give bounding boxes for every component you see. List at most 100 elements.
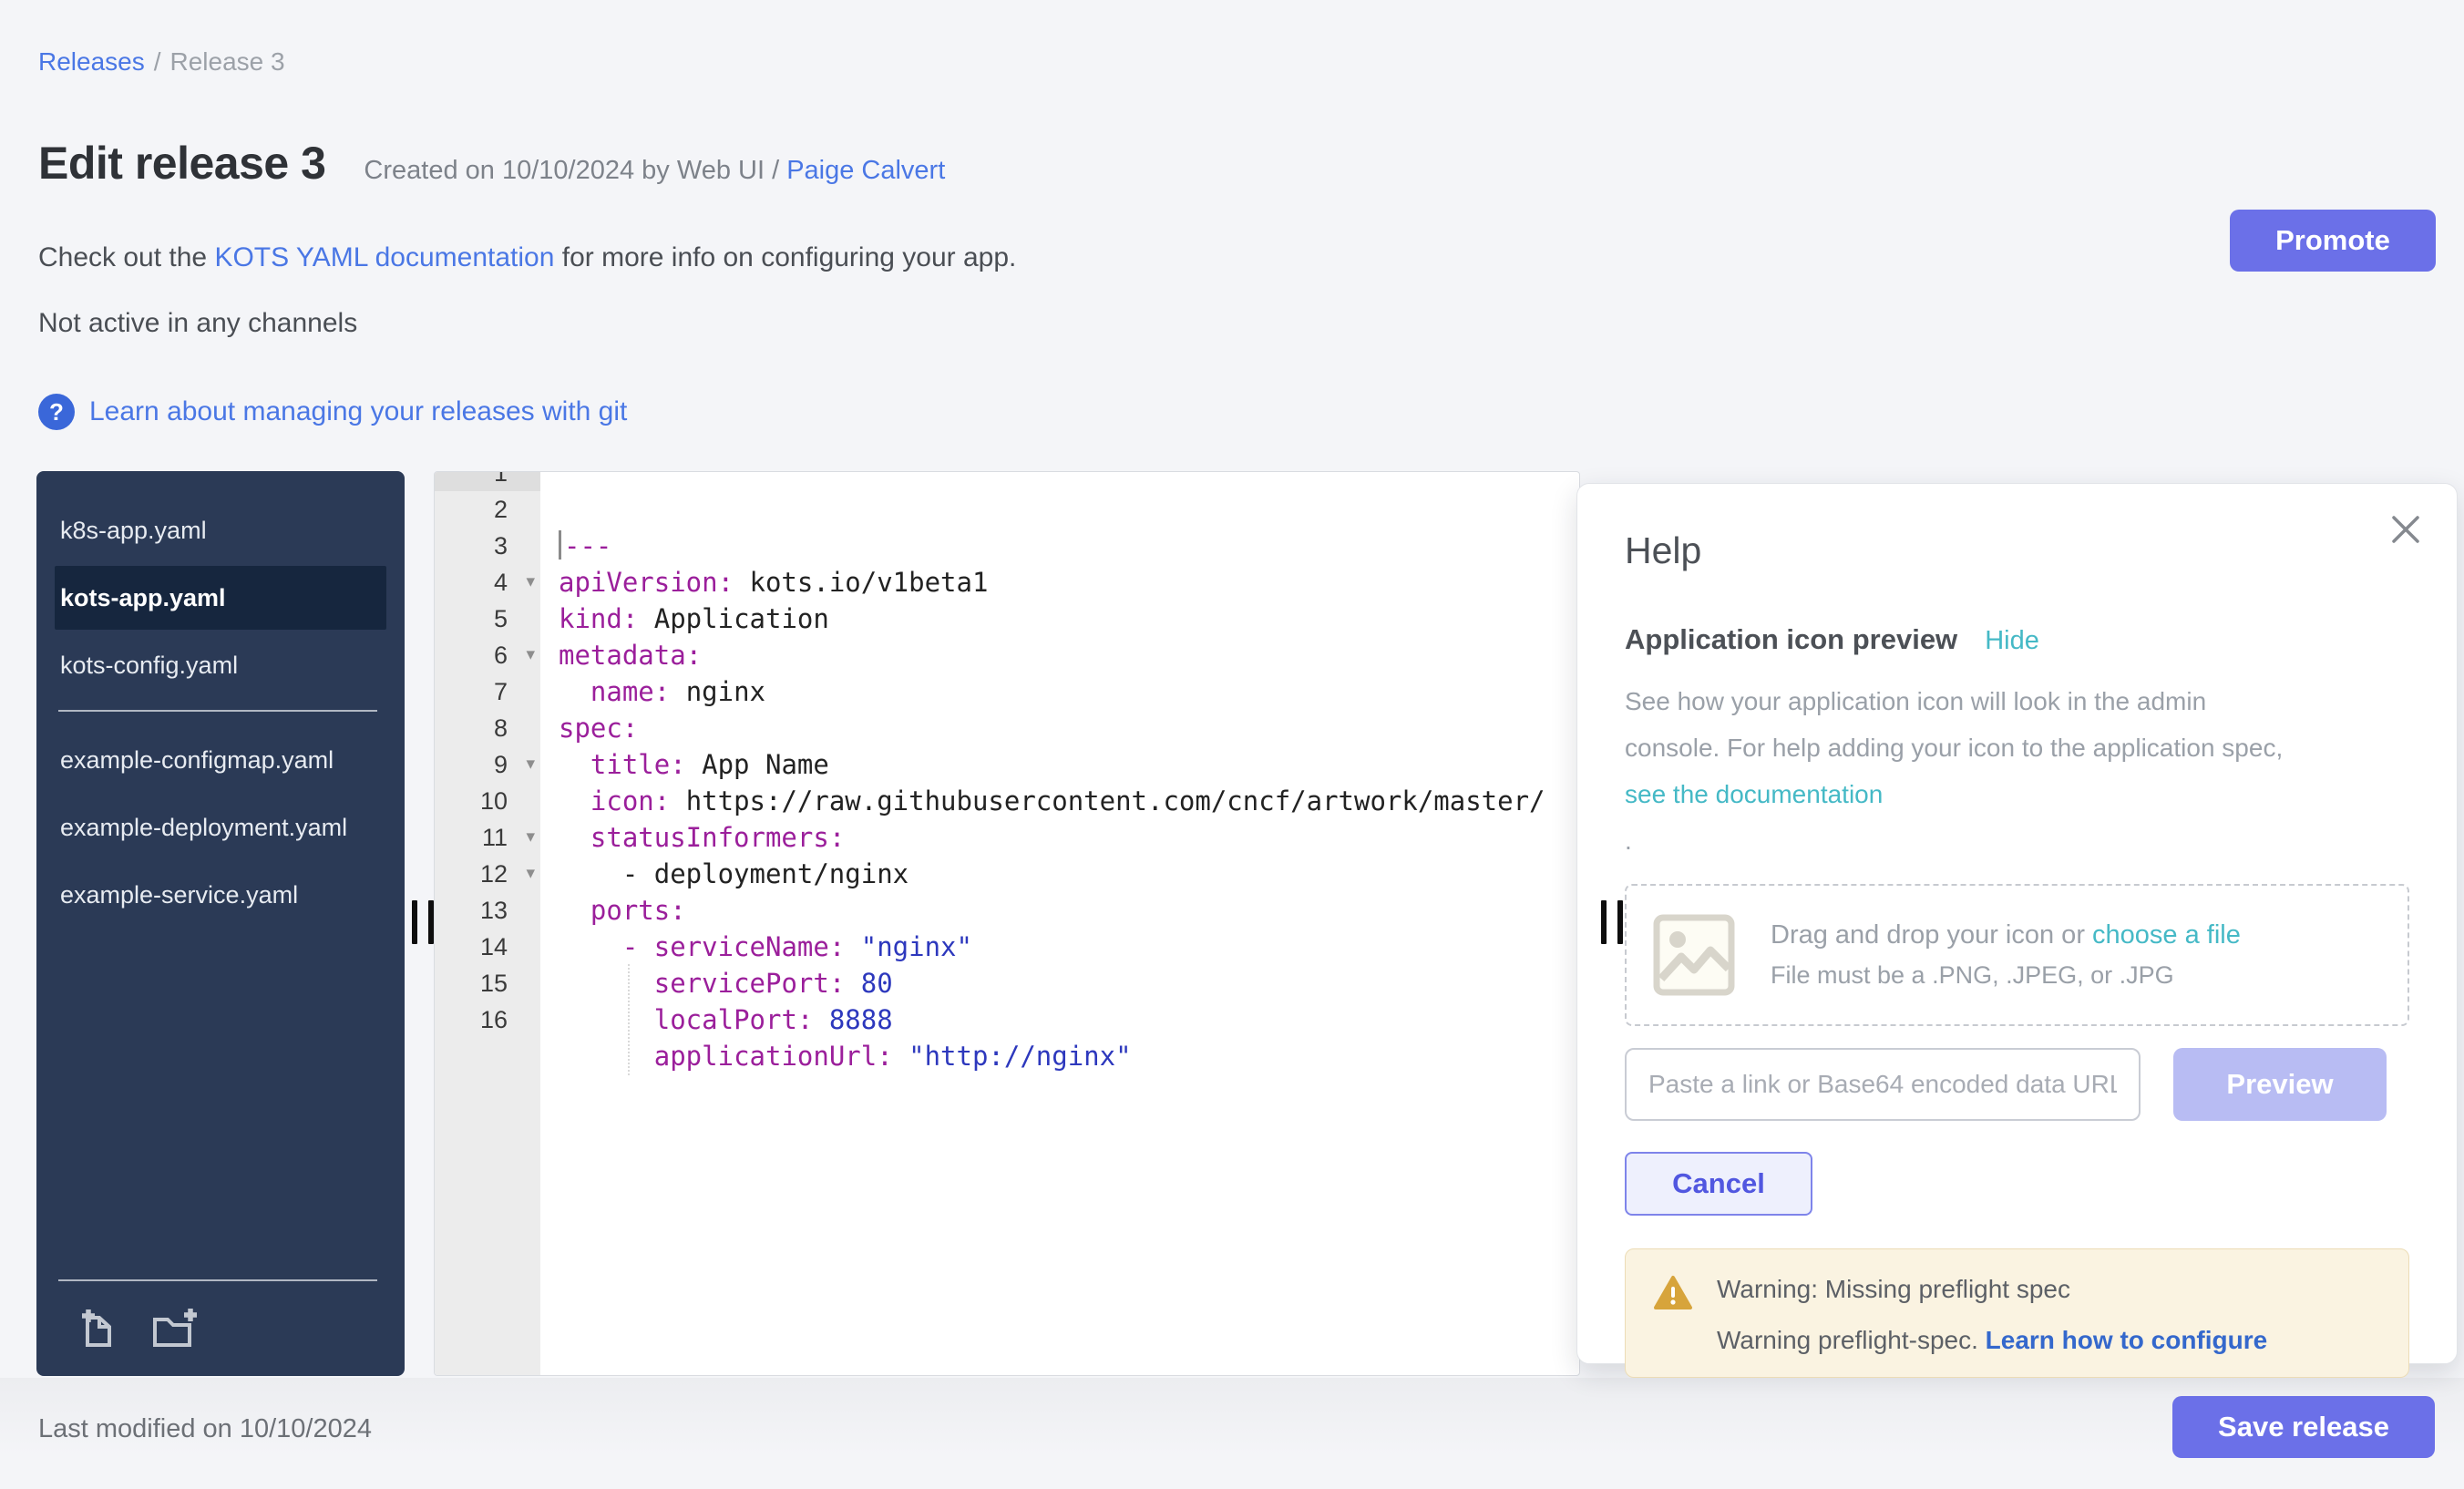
fold-arrow-icon[interactable]: ▾ (526, 856, 535, 892)
created-info: Created on 10/10/2024 by Web UI / Paige … (364, 156, 945, 186)
code-line[interactable]: ports: (559, 892, 1579, 929)
code-line[interactable]: title: App Name (559, 746, 1579, 783)
code-line[interactable]: localPort: 8888 (559, 1001, 1579, 1038)
docs-suffix: for more info on configuring your app. (554, 242, 1016, 272)
preview-button[interactable]: Preview (2173, 1048, 2387, 1121)
gutter-line: 15 (435, 965, 540, 1001)
gutter-line: 2 (435, 491, 540, 528)
file-list-top: k8s-app.yamlkots-app.yamlkots-config.yam… (36, 471, 405, 697)
choose-file-link[interactable]: choose a file (2092, 920, 2241, 950)
indent-guide (628, 1037, 630, 1075)
icon-preview-description: See how your application icon will look … (1625, 678, 2409, 864)
file-item[interactable]: example-service.yaml (55, 863, 386, 927)
code-line[interactable]: metadata: (559, 637, 1579, 673)
cancel-button[interactable]: Cancel (1625, 1152, 1812, 1216)
code-line[interactable]: statusInformers: (559, 819, 1579, 856)
code-line[interactable]: name: nginx (559, 673, 1579, 710)
help-resize-handle[interactable] (1601, 900, 1623, 944)
editor-gutter: 1234▾56▾789▾1011▾12▾13141516 (435, 472, 540, 1375)
help-title: Help (1625, 529, 2409, 572)
code-line[interactable]: - serviceName: "nginx" (559, 929, 1579, 965)
file-item[interactable]: kots-app.yaml (55, 566, 386, 630)
see-documentation-link[interactable]: see the documentation (1625, 780, 1883, 808)
fold-arrow-icon[interactable]: ▾ (526, 746, 535, 783)
breadcrumb-separator: / (154, 47, 161, 76)
docs-sentence: Check out the KOTS YAML documentation fo… (38, 242, 1016, 273)
file-list-divider (58, 710, 377, 712)
kots-yaml-docs-link[interactable]: KOTS YAML documentation (214, 242, 554, 272)
file-item[interactable]: kots-config.yaml (55, 633, 386, 697)
warning-detail: Warning preflight-spec. Learn how to con… (1717, 1326, 2267, 1355)
git-help-row[interactable]: ? Learn about managing your releases wit… (38, 394, 627, 430)
file-item[interactable]: example-deployment.yaml (55, 796, 386, 859)
icon-dropzone[interactable]: Drag and drop your icon or choose a file… (1625, 884, 2409, 1026)
code-line[interactable]: kind: Application (559, 601, 1579, 637)
code-line[interactable]: icon: https://raw.githubusercontent.com/… (559, 783, 1579, 819)
file-item[interactable]: example-configmap.yaml (55, 728, 386, 792)
file-list-bottom: example-configmap.yamlexample-deployment… (36, 728, 405, 927)
icon-url-input[interactable] (1625, 1048, 2141, 1121)
help-panel: Help Application icon preview Hide See h… (1576, 483, 2458, 1364)
icon-preview-title: Application icon preview (1625, 623, 1957, 656)
gutter-lines: 1234▾56▾789▾1011▾12▾13141516 (435, 471, 540, 1038)
code-line[interactable]: apiVersion: kots.io/v1beta1 (559, 564, 1579, 601)
dropzone-text: Drag and drop your icon or (1771, 920, 2092, 950)
breadcrumb: Releases / Release 3 (38, 47, 285, 77)
breadcrumb-releases-link[interactable]: Releases (38, 47, 145, 76)
new-file-icon[interactable] (75, 1307, 118, 1350)
fold-arrow-icon[interactable]: ▾ (526, 564, 535, 601)
promote-button[interactable]: Promote (2230, 210, 2436, 272)
description-period: . (1625, 817, 2409, 864)
code-line[interactable] (559, 1074, 1579, 1111)
hide-link[interactable]: Hide (1985, 626, 2039, 656)
page-title: Edit release 3 (38, 137, 325, 190)
yaml-editor[interactable]: 1234▾56▾789▾1011▾12▾13141516 ---apiVersi… (434, 471, 1580, 1376)
question-circle-icon: ? (38, 394, 75, 430)
new-folder-icon[interactable] (149, 1307, 199, 1350)
code-line[interactable]: - deployment/nginx (559, 856, 1579, 892)
gutter-line: 16 (435, 1001, 540, 1038)
last-modified-text: Last modified on 10/10/2024 (38, 1414, 372, 1444)
fold-arrow-icon[interactable]: ▾ (526, 819, 535, 856)
dropzone-filetypes: File must be a .PNG, .JPEG, or .JPG (1771, 961, 2241, 990)
text-cursor (559, 530, 561, 560)
indent-guide (628, 964, 630, 1002)
fold-arrow-icon[interactable]: ▾ (526, 637, 535, 673)
gutter-line: 14 (435, 929, 540, 965)
warning-detail-text: Warning preflight-spec. (1717, 1326, 1986, 1354)
docs-prefix: Check out the (38, 242, 214, 272)
author-link[interactable]: Paige Calvert (786, 156, 945, 185)
code-line[interactable]: spec: (559, 710, 1579, 746)
description-line: console. For help adding your icon to th… (1625, 724, 2409, 771)
image-placeholder-icon (1652, 913, 1736, 997)
gutter-line: 6▾ (435, 637, 540, 673)
gutter-line: 3 (435, 528, 540, 564)
code-line[interactable]: servicePort: 80 (559, 965, 1579, 1001)
dropzone-instruction: Drag and drop your icon or choose a file (1771, 920, 2241, 950)
close-icon[interactable] (2387, 511, 2424, 552)
editor-code-area[interactable]: ---apiVersion: kots.io/v1beta1kind: Appl… (540, 472, 1579, 1375)
indent-guide (628, 1001, 630, 1039)
sidebar-resize-handle[interactable] (412, 900, 434, 944)
code-lines: ---apiVersion: kots.io/v1beta1kind: Appl… (559, 528, 1579, 1111)
code-line[interactable]: --- (559, 528, 1579, 564)
description-line: see the documentation. (1625, 771, 2409, 864)
code-line[interactable]: applicationUrl: "http://nginx" (559, 1038, 1579, 1074)
file-item[interactable]: k8s-app.yaml (55, 498, 386, 562)
file-sidebar: k8s-app.yamlkots-app.yamlkots-config.yam… (36, 471, 405, 1376)
git-releases-link[interactable]: Learn about managing your releases with … (89, 396, 627, 427)
gutter-line: 9▾ (435, 746, 540, 783)
gutter-line: 12▾ (435, 856, 540, 892)
channel-status: Not active in any channels (38, 308, 357, 339)
gutter-line: 5 (435, 601, 540, 637)
gutter-line: 1 (435, 471, 540, 491)
warning-icon (1653, 1275, 1693, 1311)
gutter-line: 8 (435, 710, 540, 746)
save-release-button[interactable]: Save release (2172, 1396, 2435, 1458)
breadcrumb-current: Release 3 (170, 47, 285, 76)
warning-text: Warning: Missing preflight spec (1717, 1275, 2267, 1304)
gutter-line: 13 (435, 892, 540, 929)
sidebar-actions (36, 1279, 405, 1376)
created-text: Created on 10/10/2024 by Web UI / (364, 156, 786, 185)
learn-configure-link[interactable]: Learn how to configure (1986, 1326, 2268, 1354)
